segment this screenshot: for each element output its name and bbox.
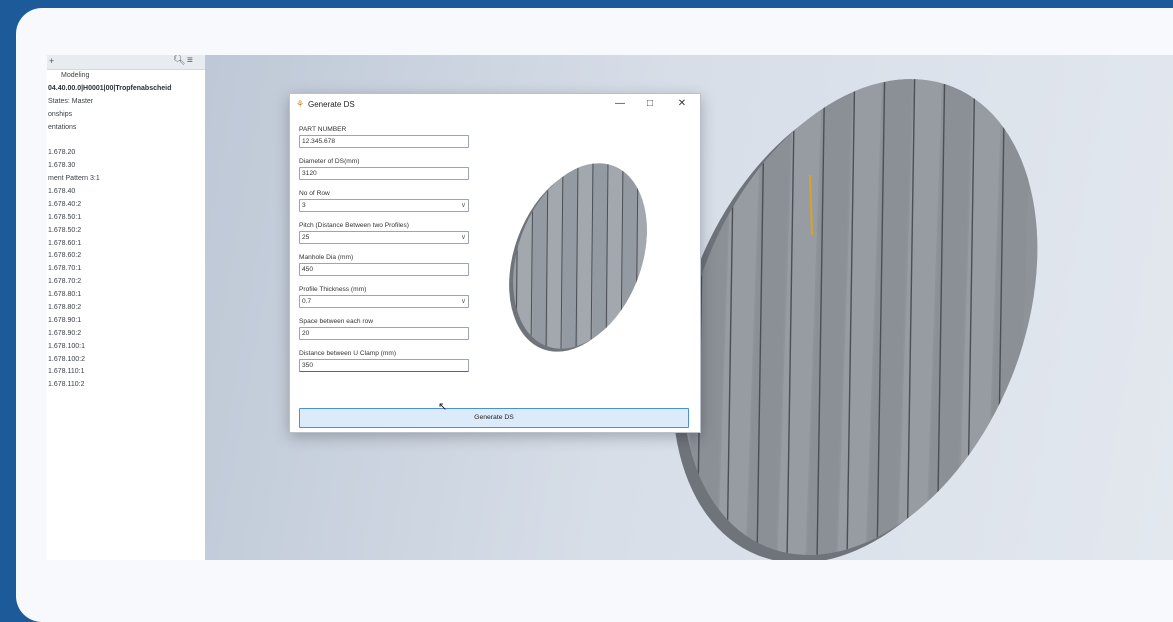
generate-ds-button[interactable]: Generate DS [299,408,689,428]
preview-profile-strip [533,162,547,352]
browser-item[interactable]: 1.678.20 [47,147,205,160]
preview-profile-strip [548,162,562,352]
browser-item[interactable]: 1.678.70:2 [47,276,205,289]
maximize-icon[interactable]: □ [641,97,659,111]
browser-item[interactable] [47,134,205,147]
field-label: Profile Thickness (mm) [299,286,367,293]
field-dropdown[interactable]: 0.7 ∨ [299,295,469,308]
preview-profile-strip [578,162,592,352]
model-browser-panel: + 🔍︎ ≡ Modeling 04.40.00.0|H0001|00|Trop… [47,55,206,560]
browser-item[interactable]: ment Pattern 3:1 [47,173,205,186]
field-dropdown[interactable]: 3 ∨ [299,199,469,212]
dialog-title: Generate DS [308,100,355,109]
browser-item[interactable]: 1.678.110:1 [47,366,205,379]
minimize-icon[interactable]: — [611,97,629,111]
preview-image [509,162,652,352]
field-value: 3120 [302,170,317,177]
chevron-down-icon[interactable]: ∨ [461,232,466,243]
browser-item[interactable]: 1.678.40 [47,186,205,199]
ds-parameter-form: PART NUMBER 12.345.678 Diameter of DS(mm) 3… [299,124,469,380]
browser-item[interactable]: 1.678.60:2 [47,250,205,263]
browser-item[interactable]: 1.678.30 [47,160,205,173]
preview-profile-strip [608,162,622,352]
field-label: Space between each row [299,318,374,325]
field-value: 350 [302,362,314,369]
field-label: Pitch (Distance Between two Profiles) [299,222,409,229]
browser-item[interactable]: 1.678.100:2 [47,354,205,367]
field-input[interactable]: 350 [299,359,469,372]
field-input[interactable]: 12.345.678 [299,135,469,148]
preview-profile-strip [638,162,652,352]
slide-frame: + 🔍︎ ≡ Modeling 04.40.00.0|H0001|00|Trop… [16,8,1173,622]
field-input[interactable]: 450 [299,263,469,276]
add-icon[interactable]: + [49,56,54,66]
chevron-down-icon[interactable]: ∨ [461,296,466,307]
field-label: Distance between U Clamp (mm) [299,350,397,357]
browser-item[interactable]: onships [47,109,205,122]
field-value: 0.7 [302,298,312,305]
generate-ds-dialog: ⚘ Generate DS — □ ✕ PART NUMBER 12.345.67… [289,93,701,433]
field-label: Diameter of DS(mm) [299,158,360,165]
field-input[interactable]: 3120 [299,167,469,180]
browser-item[interactable]: entations [47,122,205,135]
browser-item[interactable]: 1.678.110:2 [47,379,205,392]
browser-item[interactable]: 1.678.80:1 [47,289,205,302]
field-label: PART NUMBER [299,126,347,133]
browser-item[interactable]: 1.678.90:2 [47,328,205,341]
preview-profile-strip [563,162,577,352]
browser-item[interactable]: 1.678.40:2 [47,199,205,212]
browser-tree: 04.40.00.0|H0001|00|Tropfenabscheid State… [47,83,205,392]
field-value: 25 [302,234,310,241]
app-icon: ⚘ [296,99,305,109]
browser-tab-modeling[interactable]: Modeling [47,70,205,83]
mouse-cursor-icon: ↖ [438,401,448,413]
browser-item[interactable]: 04.40.00.0|H0001|00|Tropfenabscheid [47,83,205,96]
chevron-down-icon[interactable]: ∨ [461,200,466,211]
browser-item[interactable]: 1.678.100:1 [47,341,205,354]
close-icon[interactable]: ✕ [673,97,691,111]
preview-profile-strip [593,162,607,352]
browser-item[interactable]: 1.678.90:1 [47,315,205,328]
browser-item[interactable]: 1.678.70:1 [47,263,205,276]
browser-item[interactable]: States: Master [47,96,205,109]
field-value: 12.345.678 [302,138,336,145]
cad-application: + 🔍︎ ≡ Modeling 04.40.00.0|H0001|00|Trop… [47,55,1173,560]
browser-item[interactable]: 1.678.80:2 [47,302,205,315]
field-value: 450 [302,266,314,273]
field-label: No of Row [299,190,330,197]
dialog-titlebar: ⚘ Generate DS — □ ✕ [290,94,700,116]
browser-item[interactable]: 1.678.50:2 [47,225,205,238]
field-dropdown[interactable]: 25 ∨ [299,231,469,244]
browser-item[interactable]: 1.678.50:1 [47,212,205,225]
field-label: Manhole Dia (mm) [299,254,354,261]
search-icon[interactable]: 🔍︎ [173,55,186,66]
hamburger-menu-icon[interactable]: ≡ [187,55,193,66]
field-input[interactable]: 20 [299,327,469,340]
browser-toolbar: + 🔍︎ ≡ [47,55,205,70]
browser-item[interactable]: 1.678.60:1 [47,238,205,251]
preview-profile-strip [623,162,637,352]
field-value: 3 [302,202,306,209]
field-value: 20 [302,330,310,337]
